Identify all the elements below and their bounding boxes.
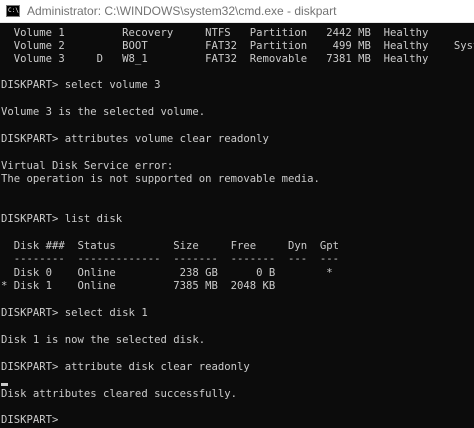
console-line: Volume 2 BOOT FAT32 Partition 499 MB Hea… bbox=[1, 40, 474, 52]
console-line: Volume 1 Recovery NTFS Partition 2442 MB… bbox=[1, 27, 429, 39]
console-line: DISKPART> select volume 3 bbox=[1, 79, 161, 91]
console-line: DISKPART> attribute disk clear readonly bbox=[1, 361, 250, 373]
command-prompt-icon[interactable]: C:\ bbox=[6, 5, 20, 17]
command-prompt-line[interactable]: DISKPART> bbox=[1, 414, 58, 427]
console-line: DISKPART> list disk bbox=[1, 213, 123, 225]
title-bar[interactable]: C:\ Administrator: C:\WINDOWS\system32\c… bbox=[0, 0, 474, 23]
disk-table-separator: -------- ------------- ------- ------- -… bbox=[1, 253, 340, 265]
console-line: The operation is not supported on remova… bbox=[1, 173, 320, 185]
console-line: Virtual Disk Service error: bbox=[1, 160, 174, 172]
disk-table-row: * Disk 1 Online 7385 MB 2048 KB bbox=[1, 280, 276, 292]
console-line: DISKPART> select disk 1 bbox=[1, 307, 148, 319]
text-cursor bbox=[1, 383, 8, 386]
console-line: Disk attributes cleared successfully. bbox=[1, 388, 237, 400]
cmd-window: C:\ Administrator: C:\WINDOWS\system32\c… bbox=[0, 0, 474, 428]
disk-table-row: Disk 0 Online 238 GB 0 B * bbox=[1, 267, 333, 279]
console-line: Disk 1 is now the selected disk. bbox=[1, 334, 206, 346]
console-line: Volume 3 D W8_1 FAT32 Removable 7381 MB … bbox=[1, 53, 429, 65]
console-line: DISKPART> attributes volume clear readon… bbox=[1, 133, 269, 145]
disk-table-header: Disk ### Status Size Free Dyn Gpt bbox=[1, 240, 340, 252]
window-title: Administrator: C:\WINDOWS\system32\cmd.e… bbox=[27, 4, 337, 18]
console-line: Volume 3 is the selected volume. bbox=[1, 106, 206, 118]
console-output[interactable]: Volume 1 Recovery NTFS Partition 2442 MB… bbox=[0, 23, 474, 428]
